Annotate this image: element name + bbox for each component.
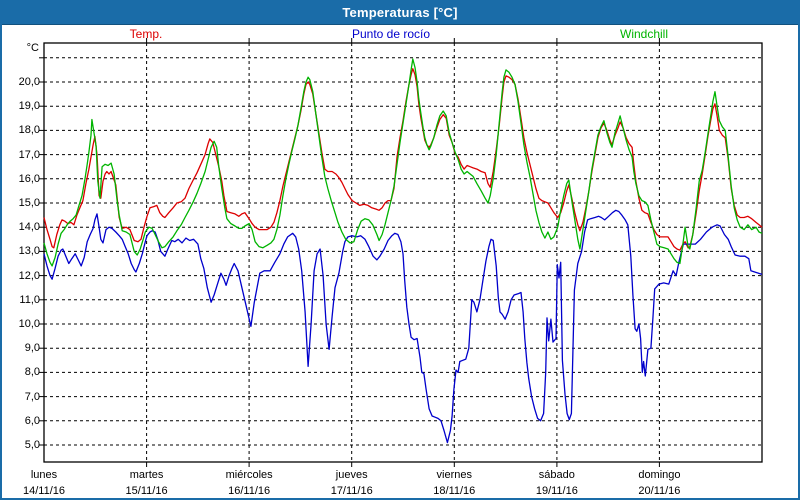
y-axis-label: 20,0 <box>2 76 40 88</box>
y-axis-label: 16,0 <box>2 173 40 185</box>
y-axis-label: 5,0 <box>2 439 40 451</box>
x-axis-day-label: lunes <box>31 469 57 481</box>
x-axis-date-label: 19/11/16 <box>536 485 578 497</box>
temperature-chart <box>2 2 800 500</box>
x-axis-date-label: 20/11/16 <box>638 485 680 497</box>
y-axis-label: 11,0 <box>2 294 40 306</box>
y-axis-label: 17,0 <box>2 149 40 161</box>
x-axis-day-label: domingo <box>638 469 680 481</box>
app-window: Temperaturas [°C] Temp. Punto de rocío W… <box>0 0 800 500</box>
x-axis-date-label: 14/11/16 <box>23 485 65 497</box>
x-axis-day-label: sábado <box>539 469 575 481</box>
x-axis-date-label: 18/11/16 <box>433 485 475 497</box>
x-axis-date-label: 16/11/16 <box>228 485 270 497</box>
x-axis-day-label: miércoles <box>226 469 273 481</box>
y-axis-label: 19,0 <box>2 100 40 112</box>
y-axis-label: 9,0 <box>2 342 40 354</box>
y-axis-label: 14,0 <box>2 221 40 233</box>
y-axis-label: 15,0 <box>2 197 40 209</box>
x-axis-date-label: 17/11/16 <box>331 485 373 497</box>
y-axis-label: 12,0 <box>2 270 40 282</box>
y-axis-label: 18,0 <box>2 124 40 136</box>
x-axis-date-label: 15/11/16 <box>126 485 168 497</box>
x-axis-day-label: martes <box>130 469 164 481</box>
x-axis-day-label: jueves <box>336 469 368 481</box>
y-axis-label: 13,0 <box>2 245 40 257</box>
y-axis-label: 8,0 <box>2 366 40 378</box>
y-axis-label: 10,0 <box>2 318 40 330</box>
y-axis-label: 7,0 <box>2 391 40 403</box>
x-axis-day-label: viernes <box>437 469 472 481</box>
y-axis-label: 6,0 <box>2 415 40 427</box>
